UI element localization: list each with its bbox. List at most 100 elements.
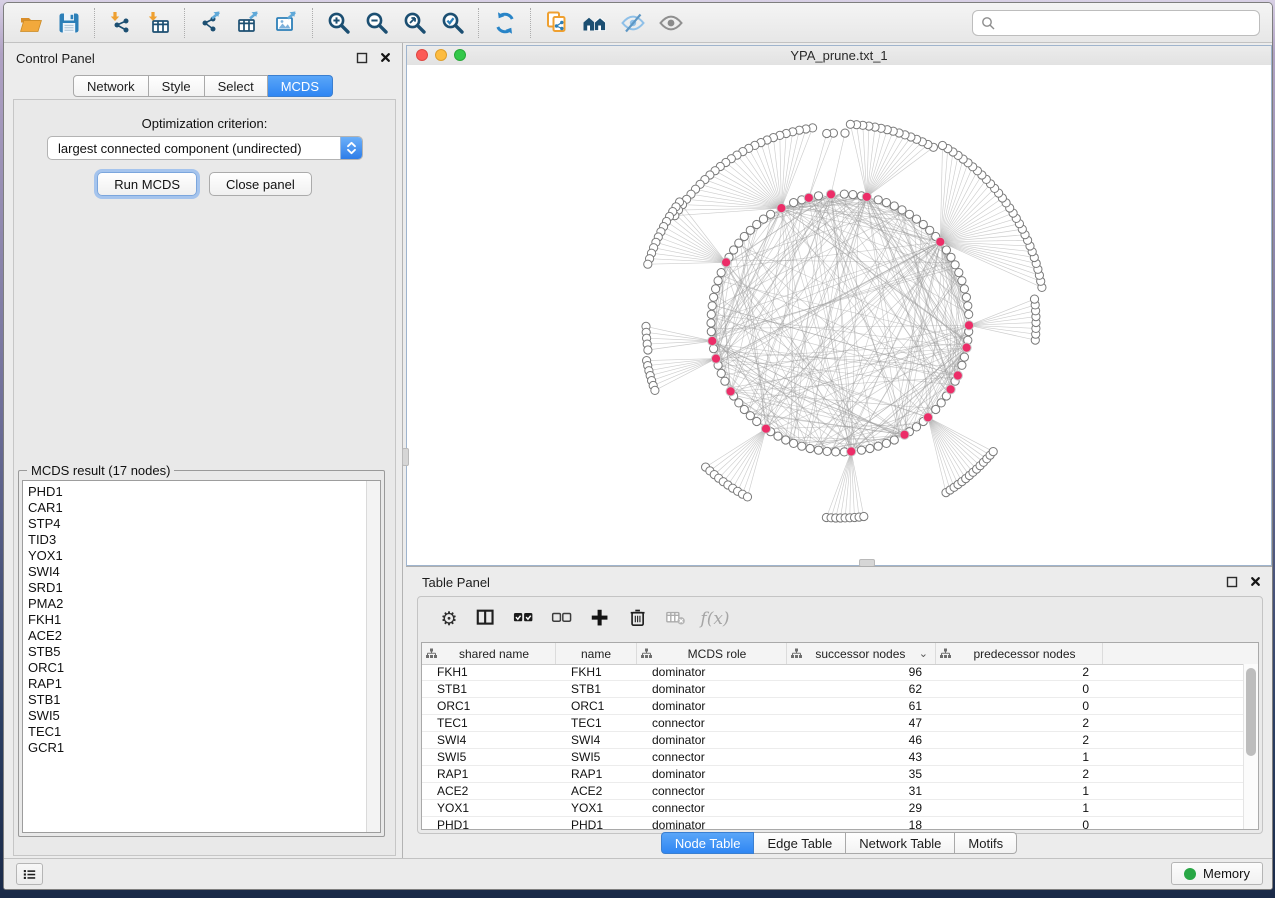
list-item[interactable]: STP4 — [28, 516, 366, 532]
table-cell[interactable]: connector — [637, 749, 787, 765]
table-cell[interactable]: PHD1 — [556, 817, 637, 830]
table-cell[interactable]: YOX1 — [556, 800, 637, 816]
tab-network[interactable]: Network — [73, 75, 149, 97]
table-scrollbar[interactable] — [1243, 664, 1258, 829]
table-row[interactable]: SWI4SWI4dominator462 — [422, 732, 1244, 749]
list-item[interactable]: TID3 — [28, 532, 366, 548]
table-cell[interactable]: 2 — [936, 664, 1103, 680]
network-graph[interactable] — [407, 65, 1271, 565]
table-row[interactable]: RAP1RAP1dominator352 — [422, 766, 1244, 783]
table-row[interactable]: FKH1FKH1dominator962 — [422, 664, 1244, 681]
tab-mcds[interactable]: MCDS — [268, 75, 333, 97]
table-cell[interactable]: dominator — [637, 664, 787, 680]
table-cell[interactable]: FKH1 — [422, 664, 556, 680]
duplicate-network-button[interactable] — [538, 7, 576, 39]
list-item[interactable]: CAR1 — [28, 500, 366, 516]
table-row[interactable]: PHD1PHD1dominator180 — [422, 817, 1244, 830]
tab-style[interactable]: Style — [149, 75, 205, 97]
table-row[interactable]: TEC1TEC1connector472 — [422, 715, 1244, 732]
table-cell[interactable]: connector — [637, 783, 787, 799]
list-item[interactable]: STB5 — [28, 644, 366, 660]
table-cell[interactable]: connector — [637, 800, 787, 816]
refresh-button[interactable] — [486, 7, 524, 39]
table-row[interactable]: ORC1ORC1dominator610 — [422, 698, 1244, 715]
hide-selected-button[interactable] — [614, 7, 652, 39]
table-cell[interactable]: 47 — [787, 715, 936, 731]
table-cell[interactable]: 2 — [936, 732, 1103, 748]
table-cell[interactable]: 96 — [787, 664, 936, 680]
list-item[interactable]: GCR1 — [28, 740, 366, 756]
table-cell[interactable]: ACE2 — [422, 783, 556, 799]
table-cell[interactable]: dominator — [637, 817, 787, 830]
vertical-splitter-handle[interactable] — [402, 448, 409, 466]
float-panel-button[interactable] — [355, 51, 369, 64]
zoom-fit-button[interactable] — [396, 7, 434, 39]
close-table-panel-button[interactable] — [1248, 575, 1262, 588]
list-item[interactable]: SWI4 — [28, 564, 366, 580]
list-item[interactable]: RAP1 — [28, 676, 366, 692]
list-item[interactable]: STB1 — [28, 692, 366, 708]
table-cell[interactable]: TEC1 — [422, 715, 556, 731]
table-cell[interactable]: ACE2 — [556, 783, 637, 799]
table-cell[interactable]: 43 — [787, 749, 936, 765]
table-cell[interactable]: 0 — [936, 698, 1103, 714]
table-cell[interactable]: 1 — [936, 749, 1103, 765]
mcds-list-scrollbar[interactable] — [366, 481, 380, 832]
column-header-shared-name[interactable]: shared name — [422, 643, 556, 664]
table-cell[interactable]: dominator — [637, 732, 787, 748]
table-row[interactable]: SWI5SWI5connector431 — [422, 749, 1244, 766]
list-item[interactable]: SRD1 — [28, 580, 366, 596]
show-all-button[interactable] — [652, 7, 690, 39]
table-cell[interactable]: STB1 — [556, 681, 637, 697]
tab-network-table[interactable]: Network Table — [846, 832, 955, 854]
tab-edge-table[interactable]: Edge Table — [754, 832, 846, 854]
deselect-all-button[interactable] — [546, 603, 580, 635]
tab-select[interactable]: Select — [205, 75, 268, 97]
table-cell[interactable]: YOX1 — [422, 800, 556, 816]
column-header-name[interactable]: name — [556, 643, 637, 664]
network-view[interactable] — [407, 65, 1271, 565]
criterion-dropdown[interactable]: largest connected component (undirected) — [47, 136, 363, 160]
table-cell[interactable]: SWI4 — [556, 732, 637, 748]
scrollbar-thumb[interactable] — [1246, 668, 1256, 756]
first-neighbors-button[interactable] — [576, 7, 614, 39]
list-item[interactable]: PMA2 — [28, 596, 366, 612]
table-cell[interactable]: 2 — [936, 766, 1103, 782]
table-cell[interactable]: TEC1 — [556, 715, 637, 731]
table-cell[interactable]: dominator — [637, 681, 787, 697]
table-settings-button[interactable]: ⚙ — [432, 603, 466, 635]
table-cell[interactable]: dominator — [637, 766, 787, 782]
table-cell[interactable]: 29 — [787, 800, 936, 816]
table-cell[interactable]: dominator — [637, 698, 787, 714]
list-item[interactable]: ORC1 — [28, 660, 366, 676]
export-table-button[interactable] — [230, 7, 268, 39]
table-cell[interactable]: FKH1 — [556, 664, 637, 680]
import-table-button[interactable] — [140, 7, 178, 39]
table-row[interactable]: YOX1YOX1connector291 — [422, 800, 1244, 817]
tab-node-table[interactable]: Node Table — [661, 832, 755, 854]
list-item[interactable]: TEC1 — [28, 724, 366, 740]
table-cell[interactable]: SWI4 — [422, 732, 556, 748]
table-cell[interactable]: 2 — [936, 715, 1103, 731]
list-item[interactable]: SWI5 — [28, 708, 366, 724]
search-field[interactable] — [972, 10, 1260, 36]
table-cell[interactable]: SWI5 — [556, 749, 637, 765]
list-item[interactable]: PHD1 — [28, 484, 366, 500]
table-cell[interactable]: 1 — [936, 800, 1103, 816]
column-header-predecessor-nodes[interactable]: predecessor nodes — [936, 643, 1103, 664]
search-input[interactable] — [1001, 12, 1259, 34]
zoom-out-button[interactable] — [358, 7, 396, 39]
list-item[interactable]: ACE2 — [28, 628, 366, 644]
table-cell[interactable]: SWI5 — [422, 749, 556, 765]
table-cell[interactable]: 18 — [787, 817, 936, 830]
table-cell[interactable]: 1 — [936, 783, 1103, 799]
table-row[interactable]: STB1STB1dominator620 — [422, 681, 1244, 698]
import-network-button[interactable] — [102, 7, 140, 39]
table-cell[interactable]: 61 — [787, 698, 936, 714]
table-cell[interactable]: STB1 — [422, 681, 556, 697]
column-visibility-button[interactable] — [470, 603, 504, 635]
table-cell[interactable]: PHD1 — [422, 817, 556, 830]
delete-column-button[interactable] — [622, 603, 656, 635]
export-image-button[interactable] — [268, 7, 306, 39]
list-item[interactable]: FKH1 — [28, 612, 366, 628]
